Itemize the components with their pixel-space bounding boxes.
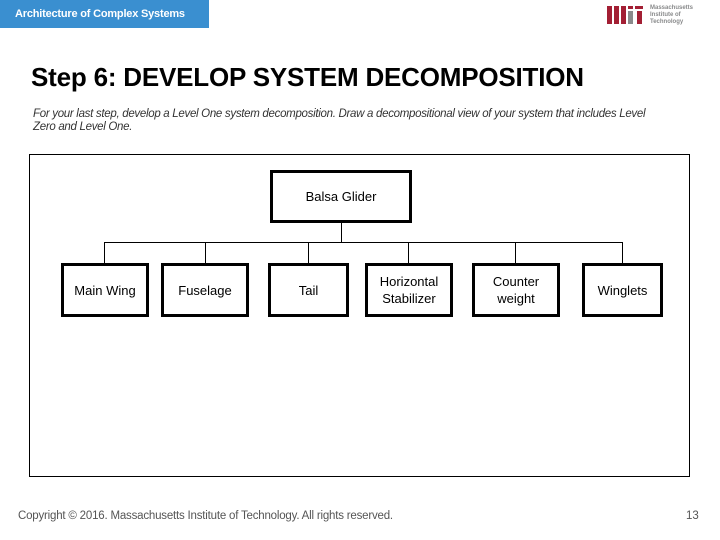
node-label: Main Wing [74,282,136,298]
node-label: Fuselage [178,282,232,298]
mit-logo-line-3: Technology [650,19,684,25]
connector-counter-weight [515,242,516,264]
level-one-node-counter-weight: Counter weight [472,263,560,317]
mit-logo-bars [607,6,643,24]
slide-instructions: For your last step, develop a Level One … [33,108,646,133]
node-label-line-1: Counter [492,274,540,289]
connector-horizontal-bus [104,242,623,243]
mit-logo-icon: Massachusetts Institute of Technology [607,5,717,28]
connector-tail [308,242,309,264]
mit-logo-line-1: Massachusetts [650,5,694,11]
page-number: 13 [686,510,699,522]
connector-fuselage [205,242,206,264]
slide-title: Step 6: DEVELOP SYSTEM DECOMPOSITION [31,62,584,92]
node-label: Tail [298,282,319,298]
mit-logo-line-2: Institute of [650,12,681,18]
node-label-line-2: weight [497,291,535,306]
level-one-node-fuselage: Fuselage [161,263,249,317]
copyright-footer: Copyright © 2016. Massachusetts Institut… [18,510,393,522]
course-title-tab: Architecture of Complex Systems [0,0,209,28]
level-one-node-winglets: Winglets [582,263,663,317]
connector-horizontal-stabilizer [408,242,409,264]
level-one-node-main-wing: Main Wing [61,263,149,317]
node-label: Winglets [597,282,648,298]
connector-main-wing [104,242,105,264]
level-zero-label: Balsa Glider [305,189,377,204]
connector-winglets [622,242,623,264]
mit-logo-text: Massachusetts Institute of Technology [650,5,693,26]
level-one-node-horizontal-stabilizer: Horizontal Stabilizer [365,263,453,317]
connector-root-vertical [341,223,342,243]
node-label-line-1: Horizontal [379,274,439,289]
node-label-line-2: Stabilizer [382,291,436,306]
level-one-node-tail: Tail [268,263,349,317]
level-zero-node: Balsa Glider [270,170,412,223]
